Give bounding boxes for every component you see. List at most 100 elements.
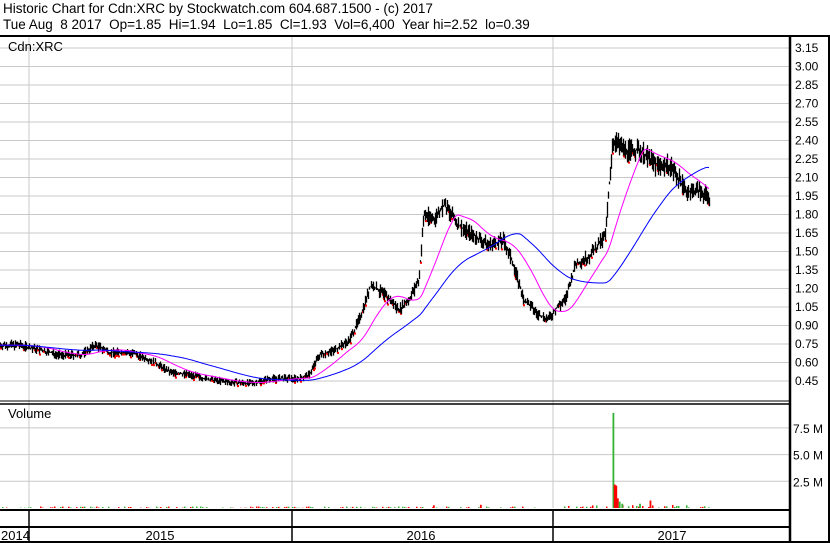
volume-bar bbox=[708, 507, 710, 508]
down-tick bbox=[130, 356, 132, 359]
volume-bar bbox=[676, 506, 678, 508]
volume-bar bbox=[310, 506, 312, 508]
volume-bar bbox=[642, 506, 644, 508]
price-tick-label: 2.85 bbox=[795, 78, 819, 92]
volume-bar bbox=[342, 506, 344, 508]
volume-bar bbox=[124, 506, 126, 508]
volume-bar bbox=[586, 506, 588, 508]
volume-bar bbox=[284, 507, 286, 508]
volume-bar bbox=[312, 507, 314, 508]
volume-bar bbox=[324, 506, 326, 508]
down-tick bbox=[151, 363, 153, 366]
volume-bar bbox=[374, 507, 376, 508]
volume-bar bbox=[260, 507, 262, 508]
price-tick-label: 1.95 bbox=[795, 189, 819, 203]
down-tick bbox=[314, 367, 316, 370]
volume-bar bbox=[372, 506, 374, 508]
year-label: 2017 bbox=[658, 528, 687, 543]
volume-bar bbox=[202, 507, 204, 508]
volume-bar bbox=[628, 506, 630, 508]
volume-bar bbox=[460, 507, 462, 508]
volume-bar bbox=[666, 506, 668, 508]
volume-bar bbox=[514, 506, 516, 508]
price-bars bbox=[0, 132, 711, 388]
down-tick bbox=[495, 247, 497, 250]
volume-bar bbox=[686, 505, 688, 508]
down-tick bbox=[605, 239, 607, 242]
volume-bar bbox=[446, 506, 448, 508]
volume-bar bbox=[54, 506, 56, 508]
down-tick bbox=[425, 220, 427, 223]
price-tick-label: 0.45 bbox=[795, 374, 819, 388]
volume-bar bbox=[422, 507, 424, 508]
volume-bar bbox=[346, 506, 348, 508]
price-tick-label: 2.55 bbox=[795, 115, 819, 129]
down-tick bbox=[245, 384, 247, 387]
year-label: 2014 bbox=[1, 528, 30, 543]
volume-bars bbox=[2, 412, 710, 508]
volume-bar bbox=[192, 506, 194, 508]
volume-bar bbox=[360, 506, 362, 508]
down-tick bbox=[523, 304, 525, 307]
volume-bar bbox=[388, 506, 390, 508]
volume-bar bbox=[306, 506, 308, 508]
down-tick bbox=[365, 304, 367, 307]
volume-bar bbox=[398, 506, 400, 508]
volume-label: Volume bbox=[8, 406, 51, 421]
price-tick-label: 1.05 bbox=[795, 300, 819, 314]
volume-bar bbox=[102, 506, 104, 508]
volume-bar bbox=[2, 507, 4, 508]
volume-bar bbox=[108, 506, 110, 508]
volume-bar bbox=[408, 506, 410, 508]
volume-bar bbox=[658, 507, 660, 508]
volume-bar bbox=[596, 505, 598, 508]
down-tick bbox=[384, 300, 386, 303]
volume-bar bbox=[590, 506, 592, 508]
down-tick bbox=[193, 379, 195, 382]
down-tick bbox=[153, 364, 155, 367]
price-tick-label: 1.50 bbox=[795, 245, 819, 259]
volume-bar bbox=[82, 506, 84, 508]
down-tick bbox=[118, 355, 120, 358]
down-tick bbox=[350, 342, 352, 345]
volume-bar bbox=[664, 506, 666, 508]
down-tick bbox=[628, 161, 630, 164]
price-tick-label: 3.15 bbox=[795, 41, 819, 55]
down-tick bbox=[161, 369, 163, 372]
volume-bar bbox=[648, 507, 650, 508]
down-tick bbox=[68, 356, 70, 359]
volume-bar bbox=[128, 507, 130, 508]
volume-bar bbox=[678, 506, 680, 508]
volume-bar bbox=[672, 504, 674, 508]
volume-bar bbox=[522, 506, 524, 508]
volume-bar bbox=[40, 506, 42, 508]
volume-bar bbox=[60, 506, 62, 508]
volume-bar bbox=[30, 507, 32, 508]
volume-bar bbox=[420, 507, 422, 508]
down-tick bbox=[237, 385, 239, 388]
volume-bar bbox=[200, 506, 202, 508]
price-tick-label: 0.90 bbox=[795, 319, 819, 333]
volume-bar bbox=[688, 507, 690, 508]
volume-bar bbox=[62, 506, 64, 508]
volume-bar bbox=[674, 506, 676, 508]
down-tick bbox=[39, 353, 41, 356]
volume-bar bbox=[615, 485, 618, 508]
volume-bar bbox=[168, 506, 170, 508]
volume-bar bbox=[486, 506, 488, 508]
year-label: 2016 bbox=[407, 528, 436, 543]
down-tick bbox=[354, 332, 356, 335]
down-tick bbox=[612, 152, 614, 155]
volume-bar bbox=[250, 506, 252, 508]
volume-bar bbox=[618, 501, 621, 508]
volume-bar bbox=[160, 507, 162, 508]
volume-bar bbox=[256, 506, 258, 508]
volume-bar bbox=[166, 506, 168, 508]
stock-chart: Historic Chart for Cdn:XRC by Stockwatch… bbox=[0, 0, 830, 543]
price-tick-label: 1.80 bbox=[795, 208, 819, 222]
price-tick-label: 2.25 bbox=[795, 152, 819, 166]
volume-bar bbox=[652, 505, 654, 508]
volume-bar bbox=[478, 507, 480, 508]
volume-bar bbox=[432, 505, 435, 508]
volume-bar bbox=[276, 507, 278, 508]
